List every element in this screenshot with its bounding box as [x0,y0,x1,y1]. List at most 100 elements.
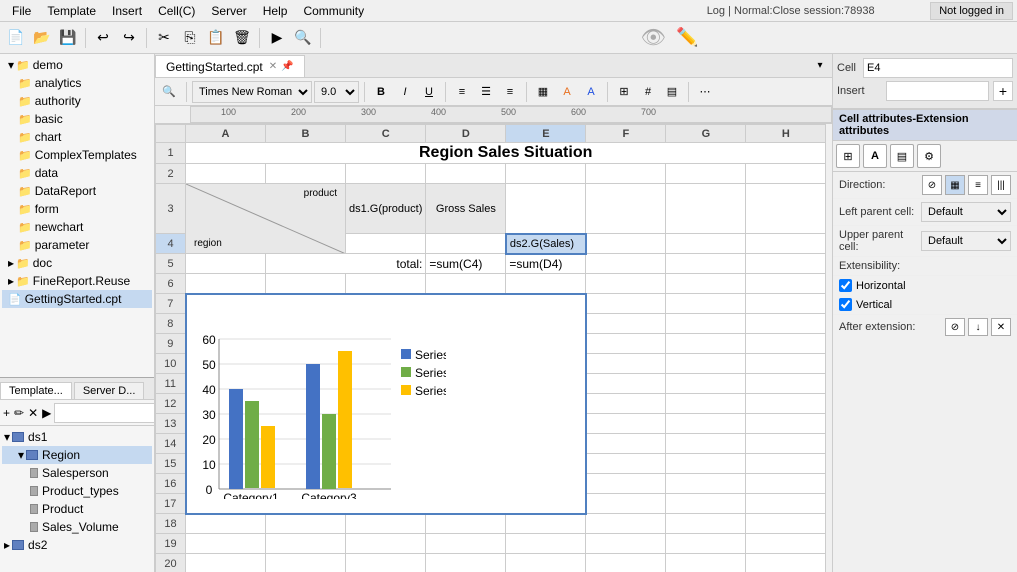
cell-C4[interactable] [346,234,426,254]
format-num-button[interactable]: # [637,81,659,103]
region-table-item[interactable]: ▾ Region [2,446,152,464]
fill-color-button[interactable]: A [556,81,578,103]
tree-item-form[interactable]: 📁 form [2,200,152,218]
col-header-H[interactable]: H [746,125,826,143]
cell-H12[interactable] [746,394,826,414]
cell-G14[interactable] [666,434,746,454]
attr-layout-btn[interactable]: ▤ [890,144,914,168]
tree-item-demo[interactable]: ▾ 📁 demo [2,56,152,74]
tree-item-gettingstarted[interactable]: 📄 GettingStarted.cpt [2,290,152,308]
cell-G3[interactable] [666,184,746,234]
col-header-E[interactable]: E [506,125,586,143]
cell-A6[interactable] [186,274,266,294]
cell-F16[interactable] [586,474,666,494]
attr-table-btn[interactable]: ⊞ [836,144,860,168]
cell-D2[interactable] [426,164,506,184]
cell-G6[interactable] [666,274,746,294]
cell-F20[interactable] [586,554,666,572]
cell-H10[interactable] [746,354,826,374]
cell-G9[interactable] [666,334,746,354]
cell-F11[interactable] [586,374,666,394]
tree-item-finereport[interactable]: ▸ 📁 FineReport.Reuse [2,272,152,290]
cell-H11[interactable] [746,374,826,394]
cell-E19[interactable] [506,534,586,554]
cell-H3[interactable] [746,184,826,234]
cell-G19[interactable] [666,534,746,554]
cell-value-input[interactable] [863,58,1013,78]
cut-button[interactable]: ✂ [152,26,176,50]
cell-F18[interactable] [586,514,666,534]
cell-G12[interactable] [666,394,746,414]
font-color-button[interactable]: A [580,81,602,103]
cell-E5[interactable]: =sum(D4) [506,254,586,274]
cell-H20[interactable] [746,554,826,572]
cell-H18[interactable] [746,514,826,534]
cell-H13[interactable] [746,414,826,434]
tree-item-doc[interactable]: ▸ 📁 doc [2,254,152,272]
cell-F9[interactable] [586,334,666,354]
cell-D20[interactable] [426,554,506,572]
direction-grid-btn[interactable]: ▦ [945,175,965,195]
cell-B19[interactable] [266,534,346,554]
tree-item-basic[interactable]: 📁 basic [2,110,152,128]
ds1-item[interactable]: ▾ ds1 [2,428,152,446]
cell-E20[interactable] [506,554,586,572]
cell-F13[interactable] [586,414,666,434]
search-ds-input[interactable] [54,403,154,423]
salesperson-item[interactable]: Salesperson [2,464,152,482]
cell-C2[interactable] [346,164,426,184]
menu-item-template[interactable]: Template [39,2,104,20]
after-ext-delete-btn[interactable]: ✕ [991,318,1011,336]
cell-B6[interactable] [266,274,346,294]
col-header-D[interactable]: D [426,125,506,143]
cell-C18[interactable] [346,514,426,534]
attr-settings-btn[interactable]: ⚙ [917,144,941,168]
font-size-select[interactable]: 9.0 [314,81,359,103]
bold-button[interactable]: B [370,81,392,103]
preview-ds-button[interactable]: ▶ [41,403,52,423]
direction-row-btn[interactable]: ≡ [968,175,988,195]
cell-G15[interactable] [666,454,746,474]
cell-E18[interactable] [506,514,586,534]
cell-F15[interactable] [586,454,666,474]
cell-H4[interactable] [746,234,826,254]
cell-G13[interactable] [666,414,746,434]
cell-F8[interactable] [586,314,666,334]
cell-F12[interactable] [586,394,666,414]
cell-B20[interactable] [266,554,346,572]
cell-G8[interactable] [666,314,746,334]
cell-B18[interactable] [266,514,346,534]
tab-template[interactable]: Template... [0,382,72,399]
delete-button[interactable]: 🗑 [230,26,254,50]
align-right-button[interactable]: ≡ [499,81,521,103]
cell-G18[interactable] [666,514,746,534]
menu-item-file[interactable]: File [4,2,39,20]
cell-F5[interactable] [586,254,666,274]
cell-B5[interactable]: total: [266,254,426,274]
italic-button[interactable]: I [394,81,416,103]
cell-H5[interactable] [746,254,826,274]
tab-menu-button[interactable]: ▾ [808,54,832,77]
diagonal-header-cell[interactable]: product region [186,184,346,254]
edit-ds-button[interactable]: ✏ [13,403,25,423]
tab-gettingstarted[interactable]: GettingStarted.cpt ✕ 📌 [155,55,305,77]
sales-volume-item[interactable]: Sales_Volume [2,518,152,536]
cell-E3[interactable] [506,184,586,234]
cell-G4[interactable] [666,234,746,254]
tab-server[interactable]: Server D... [74,382,145,399]
tree-item-data[interactable]: 📁 data [2,164,152,182]
cell-D6[interactable] [426,274,506,294]
cell-H9[interactable] [746,334,826,354]
cell-F10[interactable] [586,354,666,374]
cell-F2[interactable] [586,164,666,184]
cell-G5[interactable] [666,254,746,274]
cell-G20[interactable] [666,554,746,572]
format-preview-btn[interactable]: 🔍 [157,80,181,104]
save-button[interactable]: 💾 [56,26,80,50]
cell-G11[interactable] [666,374,746,394]
cell-A19[interactable] [186,534,266,554]
paste-button[interactable]: 📋 [204,26,228,50]
insert-input[interactable] [886,81,989,101]
cell-D4[interactable] [426,234,506,254]
cell-A20[interactable] [186,554,266,572]
